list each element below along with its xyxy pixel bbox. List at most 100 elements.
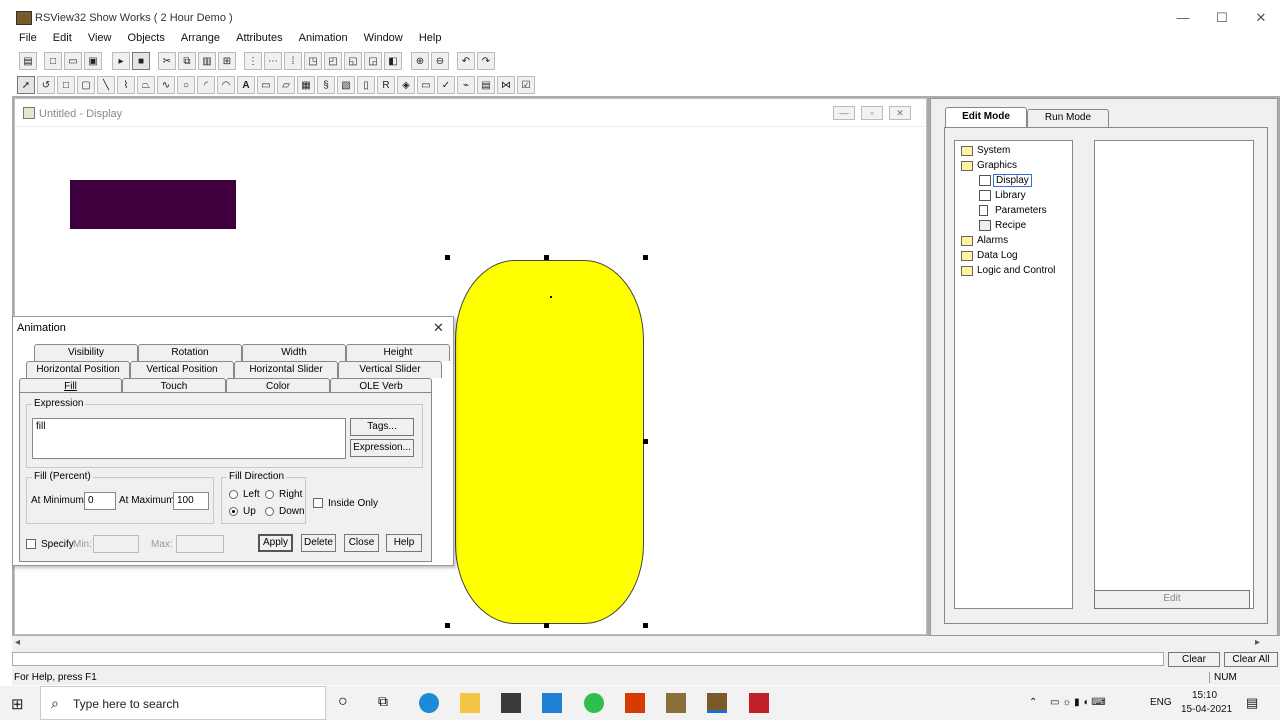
back-icon[interactable]: ◲	[364, 52, 382, 70]
taskbar-search[interactable]: ⌕ Type here to search	[40, 686, 326, 720]
rotate-icon[interactable]: ↺	[37, 76, 55, 94]
run-icon[interactable]: ▸	[112, 52, 130, 70]
tree-item-alarms[interactable]: Alarms	[977, 235, 1008, 246]
cut-icon[interactable]: ✂	[158, 52, 176, 70]
expression-button[interactable]: Expression...	[350, 439, 414, 457]
group-icon[interactable]: ◳	[304, 52, 322, 70]
up-radio[interactable]	[229, 507, 238, 516]
front-icon[interactable]: ◱	[344, 52, 362, 70]
stop-icon[interactable]: ■	[132, 52, 150, 70]
menu-arrange[interactable]: Arrange	[181, 32, 220, 44]
language-indicator[interactable]: ENG	[1150, 697, 1172, 708]
at-minimum-input[interactable]: 0	[84, 492, 116, 510]
redo-icon[interactable]: ↷	[477, 52, 495, 70]
selection-handle[interactable]	[643, 439, 648, 444]
cortana-icon[interactable]: ○	[338, 693, 358, 713]
max-input[interactable]	[176, 535, 224, 553]
selection-handle[interactable]	[544, 255, 549, 260]
gauge-icon[interactable]: ▯	[357, 76, 375, 94]
menu-view[interactable]: View	[88, 32, 112, 44]
right-radio[interactable]	[265, 490, 274, 499]
align-center-icon[interactable]: ⋯	[264, 52, 282, 70]
help-button[interactable]: Help	[386, 534, 422, 552]
activex-icon[interactable]: ✓	[437, 76, 455, 94]
tree-item-logic-and-control[interactable]: Logic and Control	[977, 265, 1055, 276]
mail-icon[interactable]	[542, 693, 562, 713]
tab-horizontal-position[interactable]: Horizontal Position	[26, 361, 130, 378]
space-icon[interactable]: ⁞	[284, 52, 302, 70]
selection-handle[interactable]	[445, 623, 450, 628]
menu-edit[interactable]: Edit	[53, 32, 72, 44]
summary-icon[interactable]: ▤	[477, 76, 495, 94]
close-button[interactable]: ✕	[1241, 10, 1280, 26]
display-close-button[interactable]: ✕	[889, 106, 911, 120]
line-icon[interactable]: ╲	[97, 76, 115, 94]
ellipse-icon[interactable]: ○	[177, 76, 195, 94]
button-tool-icon[interactable]: ▦	[297, 76, 315, 94]
edit-button[interactable]: Edit	[1094, 590, 1250, 609]
alarm-icon[interactable]: ◈	[397, 76, 415, 94]
close-dialog-button[interactable]: Close	[344, 534, 379, 552]
new-icon[interactable]: □	[44, 52, 62, 70]
tab-height[interactable]: Height	[346, 344, 450, 361]
bitmap-icon[interactable]: ▧	[337, 76, 355, 94]
undo-icon[interactable]: ↶	[457, 52, 475, 70]
tree-item-parameters[interactable]: Parameters	[995, 205, 1047, 216]
store-icon[interactable]	[501, 693, 521, 713]
tab-run-mode[interactable]: Run Mode	[1027, 109, 1109, 127]
symbol-icon[interactable]: §	[317, 76, 335, 94]
inside-only-checkbox[interactable]	[313, 498, 323, 508]
clear-all-button[interactable]: Clear All	[1224, 652, 1278, 667]
menu-animation[interactable]: Animation	[299, 32, 348, 44]
menu-window[interactable]: Window	[364, 32, 403, 44]
selection-handle[interactable]	[643, 623, 648, 628]
menu-help[interactable]: Help	[419, 32, 442, 44]
save-icon[interactable]: ▣	[84, 52, 102, 70]
layer-icon[interactable]: ◧	[384, 52, 402, 70]
app-icon-2[interactable]	[749, 693, 769, 713]
open-icon[interactable]: ▭	[64, 52, 82, 70]
minimize-button[interactable]: —	[1163, 10, 1203, 26]
paste-icon[interactable]: ▥	[198, 52, 216, 70]
scroll-right-icon[interactable]: ▸	[1255, 637, 1260, 648]
select-icon[interactable]: ➚	[17, 76, 35, 94]
tags-button[interactable]: Tags...	[350, 418, 414, 436]
tree-item-system[interactable]: System	[977, 145, 1010, 156]
min-input[interactable]	[93, 535, 139, 553]
tree-item-library[interactable]: Library	[995, 190, 1026, 201]
display-minimize-button[interactable]: —	[833, 106, 855, 120]
spotify-icon[interactable]	[584, 693, 604, 713]
tree-item-recipe[interactable]: Recipe	[995, 220, 1026, 231]
down-radio[interactable]	[265, 507, 274, 516]
maximize-button[interactable]: ☐	[1202, 10, 1242, 26]
delete-button[interactable]: Delete	[301, 534, 336, 552]
selection-handle[interactable]	[544, 623, 549, 628]
clock-date[interactable]: 15-04-2021	[1181, 704, 1232, 715]
object-icon[interactable]: ⋈	[497, 76, 515, 94]
display-maximize-button[interactable]: ▫	[861, 106, 883, 120]
edge-icon[interactable]	[419, 693, 439, 713]
rectangle-icon[interactable]: □	[57, 76, 75, 94]
task-view-icon[interactable]: ⧉	[378, 693, 398, 713]
specify-checkbox[interactable]	[26, 539, 36, 549]
project-icon[interactable]: ▤	[19, 52, 37, 70]
horizontal-scrollbar[interactable]: ◂ ▸	[12, 636, 1280, 652]
notifications-icon[interactable]: ▤	[1246, 695, 1258, 711]
selection-handle[interactable]	[643, 255, 648, 260]
animation-close-icon[interactable]: ✕	[433, 320, 444, 336]
tree-item-data-log[interactable]: Data Log	[977, 250, 1018, 261]
wedge-icon[interactable]: ◠	[217, 76, 235, 94]
file-explorer-icon[interactable]	[460, 693, 480, 713]
zoom-out-icon[interactable]: ⊖	[431, 52, 449, 70]
rounded-rect-icon[interactable]: ▢	[77, 76, 95, 94]
scroll-left-icon[interactable]: ◂	[15, 637, 20, 648]
numeric-display-icon[interactable]: ▭	[257, 76, 275, 94]
rsview-taskbar-icon[interactable]	[707, 693, 727, 713]
copy-icon[interactable]: ⧉	[178, 52, 196, 70]
app-icon-1[interactable]	[666, 693, 686, 713]
polyline-icon[interactable]: ⌇	[117, 76, 135, 94]
grid-icon[interactable]: ⊞	[218, 52, 236, 70]
office-icon[interactable]	[625, 693, 645, 713]
trend-icon[interactable]: ⌁	[457, 76, 475, 94]
expression-input[interactable]: fill	[32, 418, 346, 459]
